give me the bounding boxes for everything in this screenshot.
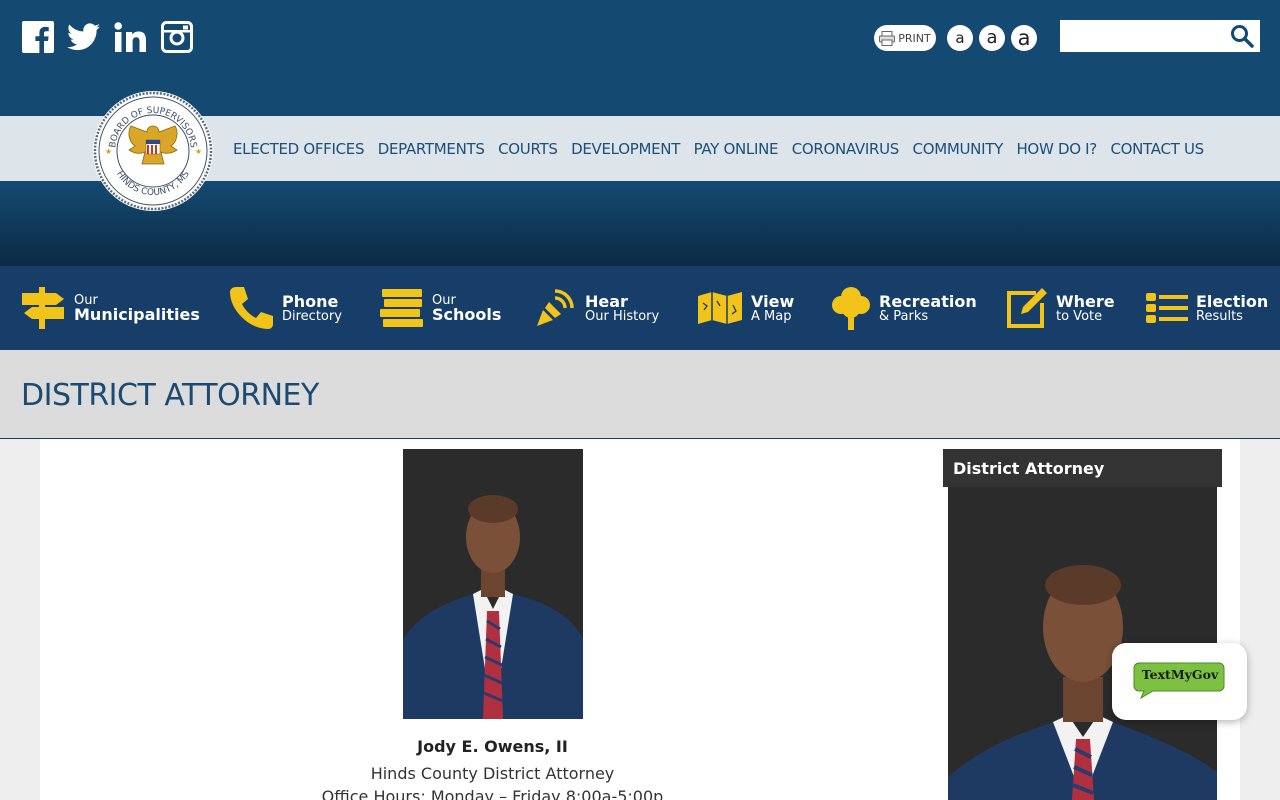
list-icon (1146, 293, 1188, 323)
office-hours: Office Hours: Monday – Friday 8:00a-5:00… (321, 787, 664, 800)
tree-icon (832, 287, 870, 330)
nav-development[interactable]: DEVELOPMENT (571, 140, 680, 158)
linkedin-icon[interactable] (113, 20, 147, 54)
quicklink-municipalities[interactable]: Our Municipalities (20, 266, 200, 350)
signpost-icon (22, 287, 64, 329)
main-content: Jody E. Owens, II Hinds County District … (40, 439, 1240, 800)
page-title-bar: DISTRICT ATTORNEY (0, 350, 1280, 439)
official-name: Jody E. Owens, II (417, 737, 568, 756)
main-nav: ELECTED OFFICES DEPARTMENTS COURTS DEVEL… (233, 116, 1217, 181)
printer-icon (879, 30, 896, 46)
phone-icon (230, 287, 273, 329)
quicklink-small: A Map (751, 308, 792, 324)
textmygov-button[interactable]: TextMyGov (1112, 643, 1247, 720)
nav-pay-online[interactable]: PAY ONLINE (694, 140, 779, 158)
nav-elected-offices[interactable]: ELECTED OFFICES (233, 140, 365, 158)
quicklink-small: Our History (585, 308, 660, 324)
facebook-icon[interactable] (22, 20, 54, 54)
print-button[interactable]: PRINT (874, 25, 936, 51)
quicklink-big: Recreation (879, 291, 977, 311)
quicklink-big: View (751, 291, 795, 311)
quick-links-bar: Our Municipalities Phone Directory Our Scho… (0, 266, 1280, 350)
search-input[interactable] (1060, 20, 1226, 52)
quicklink-big: Municipalities (74, 304, 200, 324)
nav-courts[interactable]: COURTS (498, 140, 558, 158)
nav-how-do-i[interactable]: HOW DO I? (1016, 140, 1097, 158)
svg-text:★: ★ (105, 147, 112, 156)
sidebar-heading: District Attorney (943, 449, 1222, 487)
county-seal-logo[interactable]: BOARD OF SUPERVISORS HINDS COUNTY, MS ★ … (92, 90, 214, 212)
sound-icon (537, 289, 574, 326)
quicklink-election-results[interactable]: Election Results (1146, 266, 1268, 350)
quicklink-view-map[interactable]: View A Map (697, 266, 794, 350)
textmygov-label: TextMyGov (1141, 667, 1219, 682)
quicklink-small: to Vote (1056, 308, 1103, 324)
quicklink-big: Hear (585, 291, 628, 311)
quicklink-small: & Parks (879, 308, 929, 324)
quicklink-where-vote[interactable]: Where to Vote (1006, 266, 1115, 350)
search-box (1060, 20, 1260, 52)
quicklink-big: Schools (432, 304, 502, 324)
edit-icon (1007, 288, 1047, 328)
quicklink-recreation-parks[interactable]: Recreation & Parks (831, 266, 977, 350)
print-label: PRINT (898, 31, 931, 45)
page-title: DISTRICT ATTORNEY (21, 378, 319, 413)
svg-text:★: ★ (195, 147, 202, 156)
quicklink-schools[interactable]: Our Schools (380, 266, 501, 350)
official-role: Hinds County District Attorney (370, 764, 615, 783)
quicklink-big: Where (1056, 291, 1115, 311)
nav-contact-us[interactable]: CONTACT US (1110, 140, 1204, 158)
instagram-icon[interactable] (160, 20, 193, 54)
quicklink-big: Phone (282, 291, 339, 311)
font-size-large-button[interactable]: a (1011, 25, 1037, 51)
font-size-small-button[interactable]: a (947, 25, 973, 51)
quicklink-big: Election (1196, 291, 1269, 311)
quicklink-small: Results (1196, 308, 1243, 324)
nav-departments[interactable]: DEPARTMENTS (378, 140, 485, 158)
nav-coronavirus[interactable]: CORONAVIRUS (792, 140, 900, 158)
books-icon (380, 289, 423, 327)
map-icon (698, 292, 742, 324)
quicklink-phone-directory[interactable]: Phone Directory (228, 266, 342, 350)
font-size-medium-button[interactable]: a (979, 25, 1005, 51)
search-icon[interactable] (1230, 24, 1254, 48)
nav-community[interactable]: COMMUNITY (913, 140, 1004, 158)
quicklink-small: Directory (282, 308, 342, 324)
twitter-icon[interactable] (66, 20, 100, 54)
district-attorney-photo (403, 449, 583, 719)
quicklink-hear-history[interactable]: Hear Our History (533, 266, 659, 350)
